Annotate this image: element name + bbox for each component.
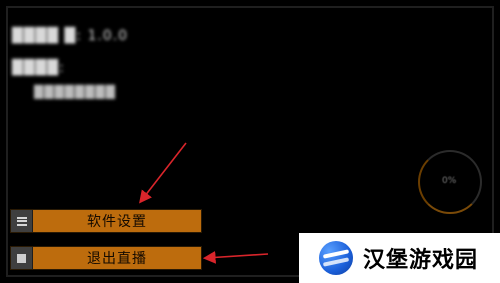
- site-logo-icon: [319, 241, 353, 275]
- watermark-text: 汉堡游戏园: [363, 248, 479, 273]
- app-screen: ████ █: 1.0.0 ████: ████████ 0% 软件设置 退出直…: [0, 0, 500, 283]
- watermark: 汉堡游戏园: [299, 233, 500, 283]
- arrow-to-exit: [202, 250, 269, 264]
- arrow-to-settings: [139, 142, 187, 204]
